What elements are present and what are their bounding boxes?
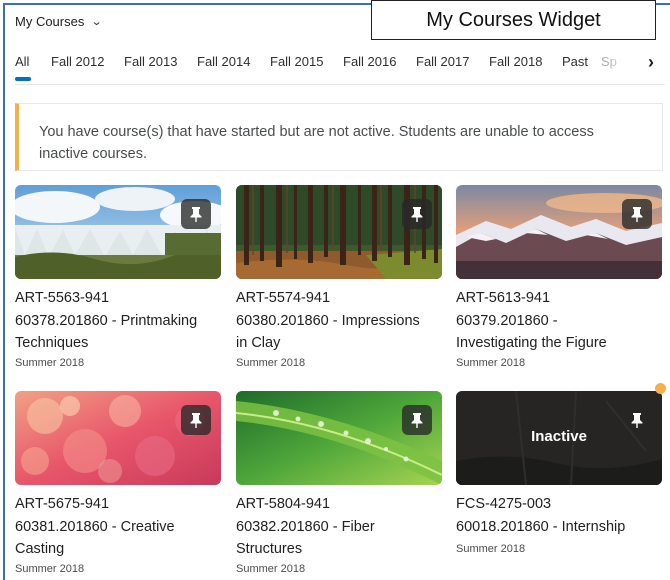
course-term: Summer 2018: [15, 357, 85, 369]
pin-icon: [411, 413, 423, 428]
course-code[interactable]: ART-5804-941: [236, 493, 442, 516]
course-term: Summer 2018: [456, 543, 526, 555]
course-card[interactable]: ART-5574-941 60380.201860 - Impressions …: [236, 185, 442, 369]
pin-button[interactable]: [181, 405, 211, 435]
pin-button[interactable]: [402, 405, 432, 435]
course-name-line1[interactable]: 60018.201860 - Internship: [456, 516, 662, 539]
pin-icon: [190, 413, 202, 428]
callout-annotation: My Courses Widget: [371, 0, 656, 40]
tab-fall-2014[interactable]: Fall 2014: [197, 54, 250, 69]
tabs-fade: [605, 48, 635, 78]
my-courses-header[interactable]: My Courses ⌄: [15, 10, 103, 32]
alert-message: You have course(s) that have started but…: [39, 124, 594, 162]
course-name-line2[interactable]: Casting: [15, 539, 221, 559]
pin-button[interactable]: [402, 199, 432, 229]
course-name-line1[interactable]: 60382.201860 - Fiber: [236, 516, 442, 539]
pin-button[interactable]: [181, 199, 211, 229]
tab-fall-2012[interactable]: Fall 2012: [51, 54, 104, 69]
tab-fall-2016[interactable]: Fall 2016: [343, 54, 396, 69]
pin-icon: [631, 413, 643, 428]
semester-tab-bar: All Fall 2012 Fall 2013 Fall 2014 Fall 2…: [15, 48, 665, 85]
course-image-inactive[interactable]: Inactive: [456, 391, 662, 485]
course-term: Summer 2018: [236, 563, 306, 575]
course-name-line2[interactable]: Techniques: [15, 333, 221, 353]
course-name-line1[interactable]: 60381.201860 - Creative: [15, 516, 221, 539]
course-image-bokeh[interactable]: [15, 391, 221, 485]
course-term: Summer 2018: [456, 357, 526, 369]
course-name-line2[interactable]: Structures: [236, 539, 442, 559]
course-image-leaf[interactable]: [236, 391, 442, 485]
course-name-line1[interactable]: 60378.201860 - Printmaking: [15, 310, 221, 333]
tab-fall-2013[interactable]: Fall 2013: [124, 54, 177, 69]
chevron-down-icon[interactable]: ⌄: [91, 15, 103, 28]
course-term: Summer 2018: [15, 563, 85, 575]
notification-dot: [655, 383, 666, 394]
pin-icon: [631, 207, 643, 222]
course-code[interactable]: ART-5563-941: [15, 287, 221, 310]
course-code[interactable]: ART-5574-941: [236, 287, 442, 310]
pin-button[interactable]: [622, 405, 652, 435]
widget-title: My Courses: [15, 13, 85, 29]
course-name-line2[interactable]: in Clay: [236, 333, 442, 353]
course-name-line1[interactable]: 60380.201860 - Impressions: [236, 310, 442, 333]
course-term: Summer 2018: [236, 357, 306, 369]
tab-past[interactable]: Past: [562, 54, 588, 69]
course-name-line1[interactable]: 60379.201860 -: [456, 310, 662, 333]
course-image-forest[interactable]: [236, 185, 442, 279]
pin-button[interactable]: [622, 199, 652, 229]
active-tab-indicator: [15, 77, 31, 81]
course-card[interactable]: Inactive FCS-4275-003 60018.201860 - Int…: [456, 391, 662, 555]
course-card[interactable]: ART-5675-941 60381.201860 - Creative Cas…: [15, 391, 221, 575]
course-code[interactable]: ART-5675-941: [15, 493, 221, 516]
tab-all[interactable]: All: [15, 54, 29, 69]
course-image-mountains[interactable]: [456, 185, 662, 279]
course-code[interactable]: ART-5613-941: [456, 287, 662, 310]
tab-fall-2018[interactable]: Fall 2018: [489, 54, 542, 69]
tab-fall-2015[interactable]: Fall 2015: [270, 54, 323, 69]
callout-label: My Courses Widget: [426, 8, 601, 31]
chevron-right-icon[interactable]: ›: [648, 52, 654, 73]
course-card[interactable]: ART-5563-941 60378.201860 - Printmaking …: [15, 185, 221, 369]
course-name-line2[interactable]: Investigating the Figure: [456, 333, 662, 353]
course-image-waterfall[interactable]: [15, 185, 221, 279]
pin-icon: [190, 207, 202, 222]
course-card[interactable]: ART-5804-941 60382.201860 - Fiber Struct…: [236, 391, 442, 575]
inactive-courses-alert: You have course(s) that have started but…: [15, 103, 663, 171]
course-code[interactable]: FCS-4275-003: [456, 493, 662, 516]
tab-fall-2017[interactable]: Fall 2017: [416, 54, 469, 69]
pin-icon: [411, 207, 423, 222]
course-card[interactable]: ART-5613-941 60379.201860 - Investigatin…: [456, 185, 662, 369]
